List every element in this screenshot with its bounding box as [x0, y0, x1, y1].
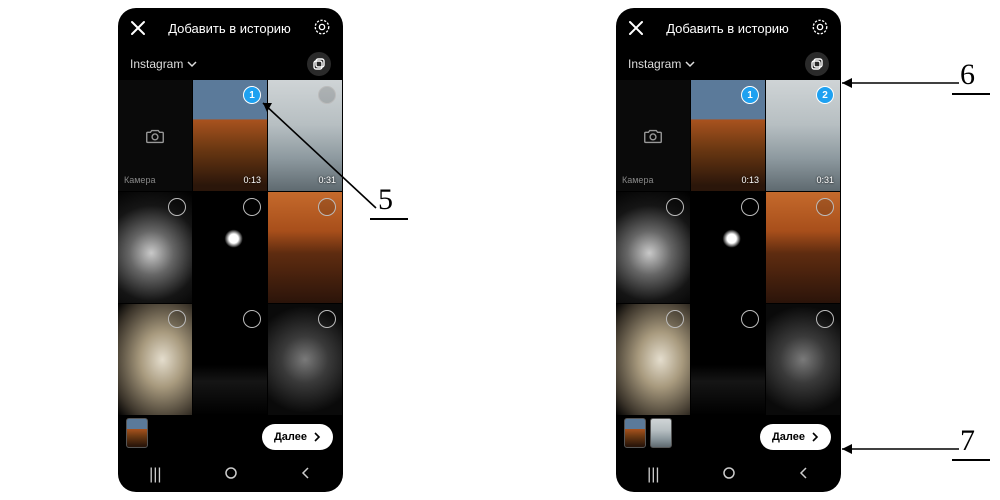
media-thumbnail[interactable] [193, 304, 268, 416]
nav-back-icon[interactable] [798, 466, 810, 484]
media-thumbnail[interactable] [118, 192, 193, 304]
media-thumbnail[interactable]: 2 0:31 [766, 80, 841, 192]
nav-recents-icon[interactable]: ||| [647, 466, 659, 484]
chevron-down-icon [685, 59, 695, 69]
selection-badge: 1 [741, 86, 759, 104]
media-thumbnail[interactable] [691, 192, 766, 304]
selection-badge: 2 [816, 86, 834, 104]
media-thumbnail[interactable] [118, 304, 193, 416]
callout-underline [952, 93, 990, 95]
selection-badge-empty [168, 310, 186, 328]
selection-badge-empty [243, 310, 261, 328]
multiselect-toggle-icon[interactable] [307, 52, 331, 76]
selection-badge-empty [666, 198, 684, 216]
album-selector[interactable]: Instagram [628, 57, 695, 71]
video-duration: 0:13 [741, 175, 759, 185]
nav-back-icon[interactable] [300, 466, 312, 484]
selection-badge-empty [666, 310, 684, 328]
callout-number-7: 7 [960, 426, 975, 456]
selected-strip [624, 418, 672, 448]
callout-underline [952, 459, 990, 461]
album-subbar: Instagram [616, 48, 841, 80]
media-grid: Камера 1 0:13 2 0:31 [616, 80, 841, 444]
camera-icon [642, 125, 664, 147]
phone-screenshot-left: Добавить в историю Instagram Камера 1 0:… [118, 8, 343, 492]
media-thumbnail[interactable] [193, 192, 268, 304]
chevron-down-icon [187, 59, 197, 69]
multiselect-toggle-icon[interactable] [805, 52, 829, 76]
selected-strip-item[interactable] [650, 418, 672, 448]
camera-icon [144, 125, 166, 147]
story-topbar: Добавить в историю [616, 8, 841, 48]
callout-arrow-5 [258, 98, 388, 218]
selection-badge-empty [168, 198, 186, 216]
selection-badge-empty [816, 310, 834, 328]
selection-badge-empty [816, 198, 834, 216]
next-button[interactable]: Далее [760, 424, 831, 450]
album-subbar: Instagram [118, 48, 343, 80]
camera-label: Камера [124, 175, 155, 185]
callout-arrow-7 [834, 434, 964, 464]
selection-badge-empty [741, 310, 759, 328]
nav-home-icon[interactable] [224, 466, 238, 485]
album-selector[interactable]: Instagram [130, 57, 197, 71]
settings-gear-icon[interactable] [313, 18, 331, 39]
chevron-right-icon [811, 432, 819, 442]
callout-arrow-6 [834, 68, 964, 98]
settings-gear-icon[interactable] [811, 18, 829, 39]
callout-number-6: 6 [960, 60, 975, 90]
phone-screenshot-right: Добавить в историю Instagram Камера 1 0:… [616, 8, 841, 492]
media-thumbnail[interactable]: 1 0:13 [691, 80, 766, 192]
selected-strip-item[interactable] [624, 418, 646, 448]
media-thumbnail[interactable] [616, 304, 691, 416]
story-topbar: Добавить в историю [118, 8, 343, 48]
chevron-right-icon [313, 432, 321, 442]
tutorial-stage: Добавить в историю Instagram Камера 1 0:… [0, 0, 1000, 500]
media-thumbnail[interactable] [766, 304, 841, 416]
callout-underline [370, 218, 408, 220]
close-icon[interactable] [628, 20, 644, 36]
media-thumbnail[interactable] [616, 192, 691, 304]
album-name: Instagram [130, 57, 183, 71]
camera-label: Камера [622, 175, 653, 185]
android-navbar: ||| [118, 458, 343, 492]
selected-strip [126, 418, 148, 448]
next-button-label: Далее [772, 431, 805, 443]
media-thumbnail[interactable] [766, 192, 841, 304]
video-duration: 0:31 [816, 175, 834, 185]
camera-tile[interactable]: Камера [118, 80, 193, 192]
story-title: Добавить в историю [666, 21, 789, 36]
media-thumbnail[interactable] [268, 304, 343, 416]
selected-strip-item[interactable] [126, 418, 148, 448]
media-thumbnail[interactable] [691, 304, 766, 416]
nav-home-icon[interactable] [722, 466, 736, 485]
nav-recents-icon[interactable]: ||| [149, 466, 161, 484]
android-navbar: ||| [616, 458, 841, 492]
close-icon[interactable] [130, 20, 146, 36]
next-button-label: Далее [274, 431, 307, 443]
story-title: Добавить в историю [168, 21, 291, 36]
media-thumbnail[interactable]: 1 0:13 [193, 80, 268, 192]
next-button[interactable]: Далее [262, 424, 333, 450]
selection-badge-empty [318, 310, 336, 328]
selection-badge-empty [741, 198, 759, 216]
album-name: Instagram [628, 57, 681, 71]
camera-tile[interactable]: Камера [616, 80, 691, 192]
callout-number-5: 5 [378, 185, 393, 215]
